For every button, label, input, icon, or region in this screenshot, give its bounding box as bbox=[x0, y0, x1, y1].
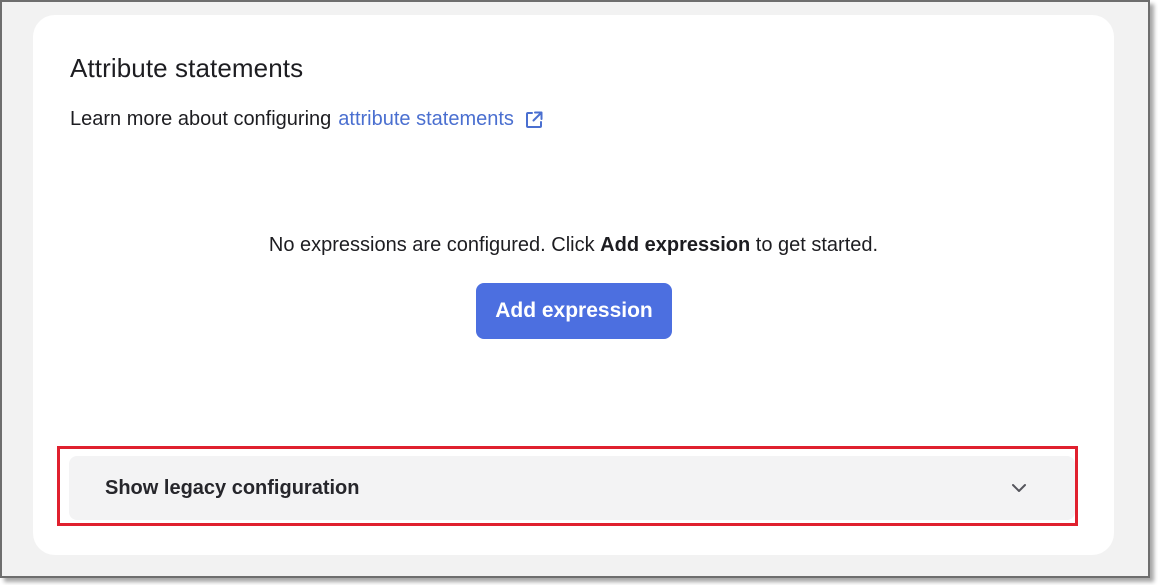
card-title: Attribute statements bbox=[70, 53, 304, 83]
learn-more-text: Learn more about configuring bbox=[70, 108, 332, 130]
empty-state-text-after: to get started. bbox=[750, 234, 879, 256]
legacy-configuration-label: Show legacy configuration bbox=[105, 476, 360, 499]
external-link-icon[interactable] bbox=[524, 110, 544, 130]
chevron-down-icon[interactable] bbox=[1009, 478, 1029, 498]
attribute-statements-card: Attribute statements Learn more about co… bbox=[33, 15, 1114, 555]
empty-state-text-before: No expressions are configured. Click bbox=[268, 234, 601, 256]
empty-state-message: No expressions are configured. Click Add… bbox=[33, 234, 1114, 257]
empty-state-text-bold: Add expression bbox=[600, 234, 751, 256]
attribute-statements-link[interactable]: attribute statements bbox=[338, 108, 514, 131]
learn-more-row: Learn more about configuring attribute s… bbox=[70, 108, 544, 131]
add-expression-button[interactable]: Add expression bbox=[476, 283, 672, 339]
show-legacy-configuration-toggle[interactable]: Show legacy configuration bbox=[69, 456, 1075, 520]
screenshot-frame: Attribute statements Learn more about co… bbox=[0, 0, 1150, 578]
